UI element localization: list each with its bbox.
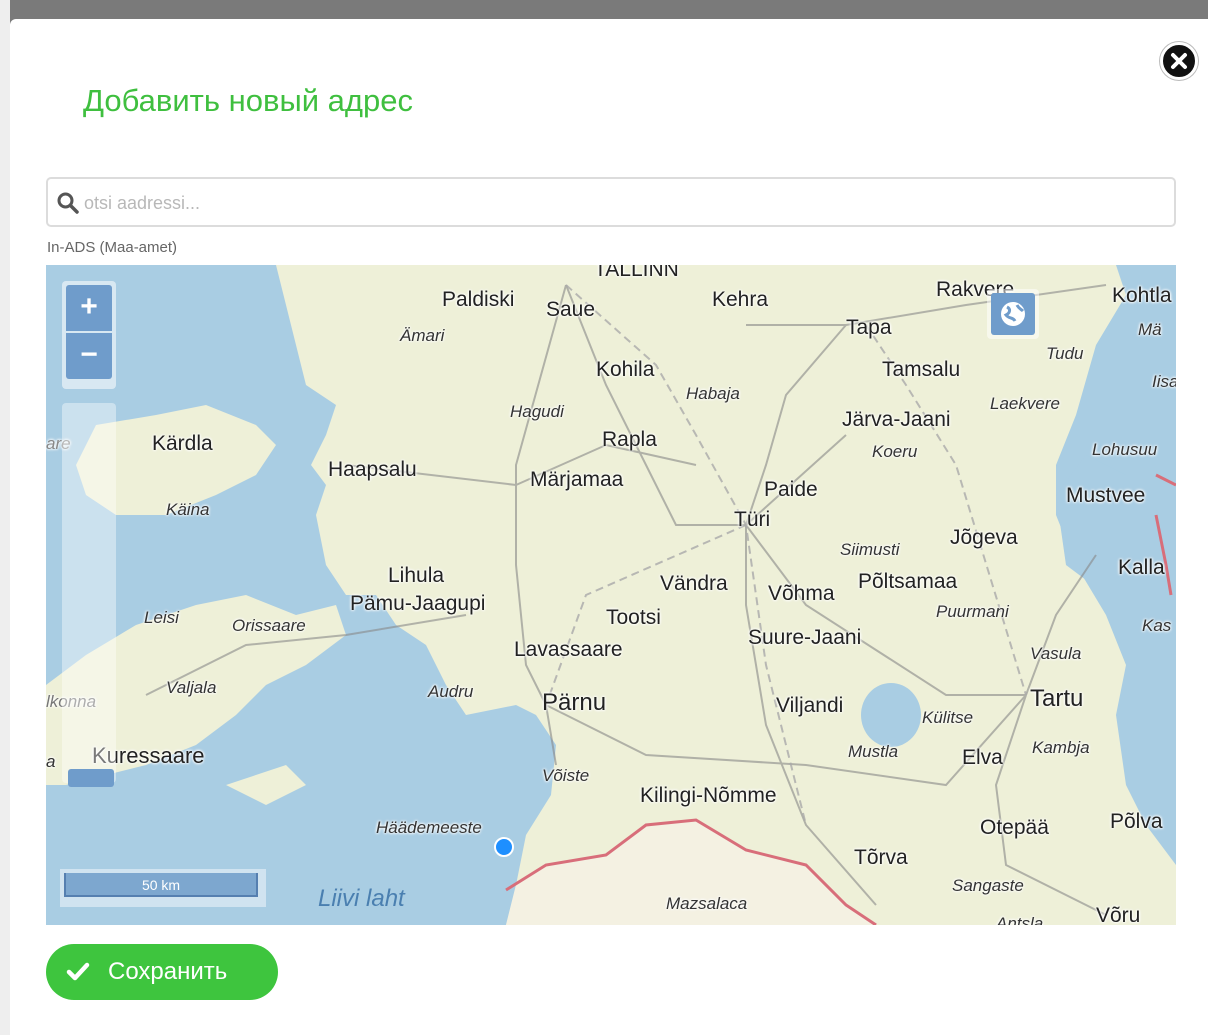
place-label: Kilingi-Nõmme	[640, 784, 777, 807]
page-backdrop	[0, 0, 10, 1035]
place-label: Vändra	[660, 572, 728, 595]
place-label: Koeru	[872, 442, 918, 461]
place-label: Audru	[428, 682, 474, 701]
place-label: Elva	[962, 746, 1003, 769]
place-label: Pärnu	[542, 689, 607, 716]
place-label: Lihula	[388, 564, 445, 587]
place-label: Külitse	[922, 708, 974, 727]
search-icon	[57, 192, 79, 214]
place-label: TALLINN	[594, 265, 679, 281]
place-label: Paide	[764, 478, 818, 501]
map-scale-bar: 50 km	[60, 869, 266, 907]
place-label: Lavassaare	[514, 638, 623, 661]
scale-label: 50 km	[64, 873, 258, 897]
place-label: Käina	[166, 500, 210, 519]
place-label: Haapsalu	[328, 458, 417, 481]
place-label: Mustvee	[1066, 484, 1146, 507]
place-label: Sangaste	[952, 876, 1024, 895]
place-label: Põlva	[1110, 810, 1163, 833]
place-label: Antsla	[996, 914, 1044, 925]
place-label: Valjala	[166, 678, 217, 697]
place-label: Kohila	[596, 358, 655, 381]
place-label: Viljandi	[776, 694, 844, 717]
place-label: Ämari	[400, 326, 445, 345]
save-button[interactable]: Сохранить	[46, 944, 278, 1000]
place-label: Kohtla	[1112, 284, 1172, 307]
map-view[interactable]: TALLINN Paldiski Saue Kehra Rakvere Koht…	[46, 265, 1176, 925]
water-label: Liivi laht	[318, 885, 405, 912]
place-label: Vasula	[1030, 644, 1082, 663]
place-label: Tootsi	[606, 606, 661, 629]
place-label: Tartu	[1030, 685, 1084, 712]
place-label: Pämu-Jaagupi	[350, 592, 486, 615]
place-label: Orissaare	[232, 616, 306, 635]
zoom-control: + −	[62, 281, 116, 389]
place-label: Mustla	[848, 742, 899, 761]
place-label: Kalla	[1118, 556, 1165, 579]
place-label: Suure-Jaani	[748, 626, 862, 649]
place-label: Siimusti	[840, 540, 900, 559]
place-label: Tamsalu	[882, 358, 961, 381]
place-label: Võiste	[542, 766, 590, 785]
place-label: a	[46, 752, 56, 771]
check-icon	[66, 962, 90, 981]
place-label: Jõgeva	[950, 526, 1018, 549]
globe-icon	[1001, 302, 1025, 326]
place-label: Mä	[1138, 320, 1162, 339]
place-label: Kas	[1142, 616, 1172, 635]
place-label: Hagudi	[510, 402, 564, 421]
place-label: Habaja	[686, 384, 740, 403]
place-label: Võhma	[768, 582, 835, 605]
place-label: Laekvere	[990, 394, 1060, 413]
zoom-out-button[interactable]: −	[66, 333, 112, 379]
place-label: Mazsalaca	[666, 894, 748, 913]
layer-switcher-button[interactable]	[987, 289, 1039, 339]
place-label: Võru	[1096, 904, 1141, 925]
close-button[interactable]	[1160, 42, 1198, 80]
place-label: Rapla	[602, 428, 657, 451]
search-source-label: In-ADS (Maa-amet)	[47, 239, 178, 256]
place-label: Otepää	[980, 816, 1049, 839]
add-address-dialog: Добавить новый адрес In-ADS (Maa-amet)	[10, 19, 1208, 1035]
place-label: Leisi	[144, 608, 179, 627]
place-label: Puurmani	[936, 602, 1009, 621]
place-label: Järva-Jaani	[842, 408, 951, 431]
search-input[interactable]	[82, 187, 1166, 219]
place-label: Tapa	[846, 316, 892, 339]
zoom-in-button[interactable]: +	[66, 285, 112, 331]
save-button-label: Сохранить	[108, 958, 228, 985]
place-label: Tõrva	[854, 846, 908, 869]
place-label: Märjamaa	[530, 468, 624, 491]
place-label: Kambja	[1032, 738, 1090, 757]
place-label: Tudu	[1046, 344, 1084, 363]
zoom-slider-handle[interactable]	[68, 769, 114, 787]
place-label: Kehra	[712, 288, 769, 311]
location-marker[interactable]	[494, 837, 514, 857]
zoom-slider[interactable]	[62, 403, 116, 787]
close-icon	[1171, 53, 1187, 69]
address-search[interactable]	[46, 177, 1176, 227]
place-label: Lohusuu	[1092, 440, 1158, 459]
place-label: Iisa	[1152, 372, 1176, 391]
place-label: Saue	[546, 298, 596, 321]
place-label: Kärdla	[152, 432, 213, 455]
place-label: Häädemeeste	[376, 818, 482, 837]
dialog-title: Добавить новый адрес	[83, 83, 413, 118]
place-label: Paldiski	[442, 288, 515, 311]
place-label: Põltsamaa	[858, 570, 958, 593]
place-label: Türi	[734, 508, 771, 531]
